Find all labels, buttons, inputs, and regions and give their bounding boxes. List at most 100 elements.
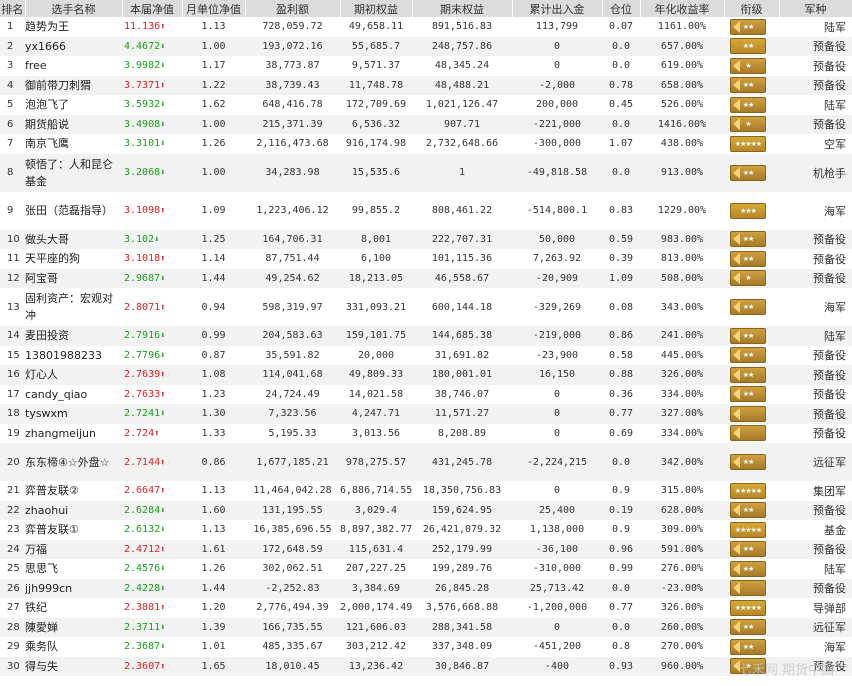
rank-badge-cell: ★★★★★ [724, 481, 779, 501]
military-branch: 预备役 [779, 539, 852, 559]
start-equity: 8,001 [340, 229, 412, 249]
rank-cell: 19 [7, 427, 20, 439]
end-equity: 38,746.07 [434, 388, 490, 400]
column-header[interactable]: 排名 [0, 0, 26, 17]
military-branch: 陆军 [824, 20, 846, 34]
column-header[interactable]: 年化收益率 [640, 0, 725, 17]
table-row[interactable]: 13 固利资产：宏观对冲 2.8071⬆ 0.94 598,319.97 331,093.… [0, 288, 852, 326]
annualized-return: 591.00% [640, 539, 724, 559]
nav-value: 2.4228 [124, 582, 161, 594]
end-equity: 1 [412, 153, 512, 192]
unit-nav: 1.13 [201, 524, 226, 536]
position: 0.88 [602, 365, 640, 385]
column-header[interactable]: 累计出入金 [512, 0, 603, 17]
rank-insignia-icon [730, 425, 766, 442]
column-header[interactable]: 军种 [779, 0, 852, 17]
table-row[interactable]: 30 得与失 2.3607⬆ 1.65 18,010.45 13,236.42 30,846… [0, 656, 852, 676]
table-row[interactable]: 21 弈普友联② 2.6647⬆ 1.13 11,464,042.28 6,886,714… [0, 481, 852, 501]
position: 0.9 [611, 485, 631, 497]
table-row[interactable]: 11 天平座的狗 3.1018⬆ 1.14 87,751.44 6,100 101,115.… [0, 249, 852, 269]
end-equity: 288,341.58 [412, 617, 512, 637]
table-row[interactable]: 23 弈普友联① 2.6132⬇ 1.13 16,385,696.55 8,897,382… [0, 520, 852, 540]
table-row[interactable]: 7 南京飞鹰 3.3101⬇ 1.26 2,116,473.68 916,174.98 2,… [0, 134, 852, 154]
nav-value: 2.4576 [124, 563, 161, 575]
start-equity: 18,213.05 [340, 268, 412, 288]
table-row[interactable]: 20 东东楴④☆外盘☆ 2.7144⬆ 0.86 1,677,185.21 978,275… [0, 443, 852, 481]
table-row[interactable]: 6 期货船说 3.4908⬇ 1.00 215,371.39 6,536.32 907.71… [0, 114, 852, 134]
table-row[interactable]: 28 陳愛婵 2.3711⬇ 1.39 166,735.55 121,606.03 288,… [0, 617, 852, 637]
column-header[interactable]: 本届净值 [122, 0, 183, 17]
table-row[interactable]: 27 铁纪 2.3881⬆ 1.20 2,776,494.39 2,000,174.49 3… [0, 598, 852, 618]
rank-cell: 16 [0, 365, 25, 385]
column-header[interactable]: 盈利额 [245, 0, 341, 17]
rank-insignia-icon: ★★ [730, 250, 766, 267]
rank-badge-cell: ★★ [724, 229, 779, 249]
rank-insignia-icon: ★★★★★ [730, 135, 766, 152]
table-row[interactable]: 24 万福 2.4712⬆ 1.61 172,648.59 115,631.4 252,17… [0, 539, 852, 559]
player-name: 天平座的狗 [25, 252, 80, 266]
nav-value: 3.102 [124, 233, 155, 245]
table-row[interactable]: 14 麦田投资 2.7916⬇ 0.99 204,583.63 159,101.75 144… [0, 326, 852, 346]
rank-badge-cell: ★★ [724, 288, 779, 326]
profit: 35,591.82 [265, 349, 320, 361]
cumulative-flow: 0 [553, 388, 561, 400]
table-row[interactable]: 2 yx1666 4.4672⬇ 1.00 193,072.16 55,685.7 248,… [0, 36, 852, 56]
table-row[interactable]: 22 zhaohui 2.6284⬇ 1.60 131,195.55 3,029.4 159… [0, 500, 852, 520]
position: 1.07 [608, 138, 634, 150]
cumulative-flow: 0 [553, 485, 561, 497]
column-header[interactable]: 期初权益 [340, 0, 413, 17]
profit: 7,323.56 [245, 404, 340, 424]
position: 0.0 [602, 153, 640, 192]
military-branch: 基金 [824, 523, 846, 537]
table-row[interactable]: 9 张田（范磊指导） 3.1098⬆ 1.09 1,223,406.12 99,855.2… [0, 192, 852, 230]
cumulative-flow: 0 [553, 60, 561, 72]
column-header[interactable]: 月单位净值 [182, 0, 246, 17]
table-row[interactable]: 15 13801988233 2.7796⬇ 0.87 35,591.82 20,000 3… [0, 346, 852, 366]
military-branch: 预备役 [813, 349, 846, 363]
start-equity: 978,275.57 [340, 443, 412, 481]
unit-nav: 1.25 [182, 229, 245, 249]
start-equity: 2,000,174.49 [340, 602, 412, 614]
column-header[interactable]: 仓位 [602, 0, 641, 17]
table-row[interactable]: 25 思思飞 2.4576⬇ 1.26 302,062.51 207,227.25 199,… [0, 559, 852, 579]
table-row[interactable]: 16 灯心人 2.7639⬆ 1.08 114,041.68 49,809.33 180,0… [0, 365, 852, 385]
end-equity: 48,488.21 [412, 75, 512, 95]
unit-nav: 1.01 [201, 641, 226, 653]
column-header[interactable]: 期末权益 [412, 0, 513, 17]
profit: 215,371.39 [245, 114, 340, 134]
table-row[interactable]: 12 阿宝哥 2.9687⬇ 1.44 49,254.62 18,213.05 46,558… [0, 268, 852, 288]
table-row[interactable]: 5 泡泡飞了 3.5932⬇ 1.62 648,416.78 172,709.69 1,02… [0, 95, 852, 115]
military-branch: 陆军 [779, 326, 852, 346]
rank-cell: 23 [7, 524, 20, 536]
end-equity: 1,021,126.47 [425, 99, 499, 111]
rank-cell: 3 [7, 60, 14, 72]
annualized-return: 813.00% [660, 253, 704, 265]
cumulative-flow: 0 [512, 617, 602, 637]
table-row[interactable]: 10 做头大哥 3.102⬇ 1.25 164,706.31 8,001 222,707.3… [0, 229, 852, 249]
annualized-return: 326.00% [660, 602, 704, 614]
table-row[interactable]: 8 顿悟了：人和昆仑基金 3.2068⬇ 1.00 34,283.98 15,535.6 1… [0, 153, 852, 192]
table-row[interactable]: 29 乘务队 2.3687⬇ 1.01 485,335.67 303,212.42 337,… [0, 637, 852, 657]
column-header[interactable]: 衔级 [724, 0, 780, 17]
rank-badge-cell: ★★ [724, 153, 779, 192]
military-branch: 预备役 [779, 268, 852, 288]
profit: 1,223,406.12 [256, 205, 329, 216]
table-row[interactable]: 19 zhangmeijun 2.724⬆ 1.33 5,195.33 3,013.56 8… [0, 424, 852, 444]
column-header[interactable]: 选手名称 [25, 0, 123, 17]
table-row[interactable]: 1 趋势为王 11.136⬆ 1.13 728,059.72 49,658.11 891,5… [0, 17, 852, 37]
unit-nav: 1.26 [201, 138, 226, 150]
table-row[interactable]: 3 free 3.9982⬇ 1.17 38,773.87 9,571.37 48,345.… [0, 56, 852, 76]
start-equity: 55,685.7 [340, 36, 412, 56]
end-equity: 600,144.18 [431, 301, 493, 313]
rank-cell: 21 [7, 485, 20, 497]
nav-value: 2.7633 [124, 388, 161, 400]
table-row[interactable]: 4 御前带刀刺猬 3.7371⬆ 1.22 38,739.43 11,748.78 48,4… [0, 75, 852, 95]
unit-nav: 1.23 [201, 388, 226, 400]
nav-cell: 2.724⬆ [122, 424, 182, 444]
table-row[interactable]: 17 candy_qiao 2.7633⬆ 1.23 24,724.49 14,021.5… [0, 385, 852, 405]
military-branch: 海军 [824, 640, 846, 654]
arrow-down-icon: ⬇ [160, 583, 166, 594]
nav-value: 2.7916 [124, 330, 161, 342]
table-row[interactable]: 26 jjh999cn 2.4228⬇ 1.44 -2,252.83 3,384.69 26… [0, 578, 852, 598]
table-row[interactable]: 18 tyswxm 2.7241⬇ 1.30 7,323.56 4,247.71 11,57… [0, 404, 852, 424]
